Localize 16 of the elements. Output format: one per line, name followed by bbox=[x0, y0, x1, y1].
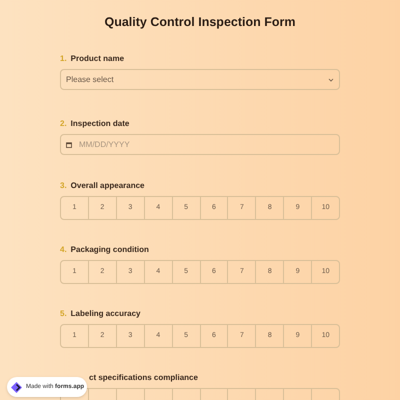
question-number: 4. bbox=[60, 244, 67, 256]
question-number: 1. bbox=[60, 53, 67, 65]
question-number: 2. bbox=[60, 118, 67, 130]
calendar-icon bbox=[66, 142, 72, 148]
form-title: Quality Control Inspection Form bbox=[104, 14, 296, 32]
question-label: Product name bbox=[70, 53, 124, 65]
question-label: Inspection date bbox=[70, 118, 130, 130]
chevron-down-icon bbox=[328, 78, 334, 82]
question-label: Packaging condition bbox=[70, 244, 149, 256]
question-number: 5. bbox=[60, 308, 67, 320]
question-label: Overall appearance bbox=[70, 180, 144, 192]
question-label: Labeling accuracy bbox=[70, 308, 140, 320]
select-field[interactable]: Please select bbox=[60, 69, 340, 90]
question-number: 3. bbox=[60, 180, 67, 192]
logo-icon bbox=[10, 380, 23, 394]
question-label: ct specifications compliance bbox=[89, 372, 198, 384]
